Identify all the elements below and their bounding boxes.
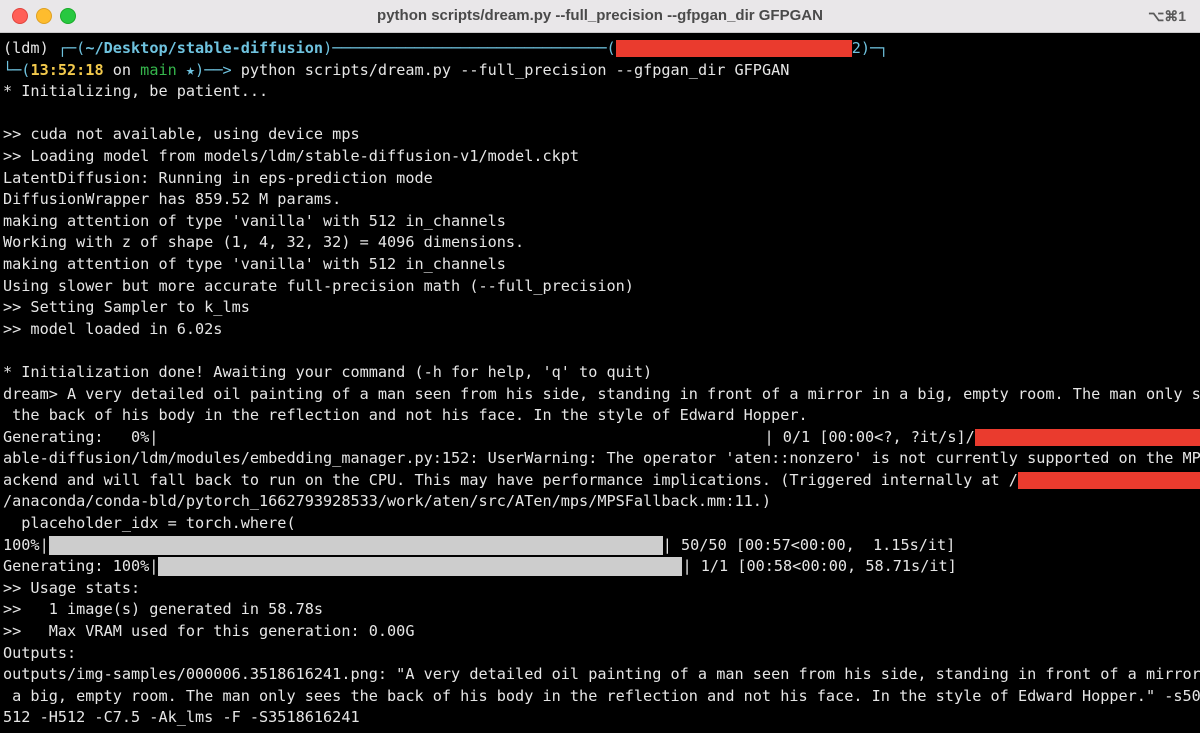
output-file-line: a big, empty room. The man only sees the… bbox=[3, 686, 1200, 705]
output-line: >> model loaded in 6.02s bbox=[3, 319, 223, 338]
generation-progress-bar bbox=[158, 557, 683, 577]
prompt-line-2: └─(13:52:18 on main ★)──> python scripts… bbox=[3, 60, 1200, 82]
warning-line: /anaconda/conda-bld/pytorch_166279392853… bbox=[3, 492, 772, 511]
output-file-line: outputs/img-samples/000006.3518616241.pn… bbox=[3, 665, 1200, 684]
generating-progress-start: Generating: 0%|| 0/1 [00:00<?, ?it/s]/t bbox=[3, 427, 1200, 449]
redacted-block bbox=[1017, 471, 1200, 489]
prompt-rule: ────────────────────────────── bbox=[332, 39, 607, 57]
git-dirty-star-icon: ★ bbox=[176, 60, 196, 79]
prompt-time: 13:52:18 bbox=[30, 60, 104, 79]
progress-label: Generating: 100%| bbox=[3, 557, 159, 576]
conda-env: (ldm) bbox=[3, 39, 49, 57]
window-shortcut-label: ⌥⌘1 bbox=[1148, 8, 1186, 24]
dream-prompt-line: dream> A very detailed oil painting of a… bbox=[3, 384, 1200, 403]
output-line: Working with z of shape (1, 4, 32, 32) =… bbox=[3, 233, 525, 252]
output-line: >> Loading model from models/ldm/stable-… bbox=[3, 146, 580, 165]
output-line: >> Max VRAM used for this generation: 0.… bbox=[3, 622, 415, 641]
progress-label: 100%| bbox=[3, 535, 49, 554]
redacted-block bbox=[974, 428, 1200, 446]
progress-stats: | 1/1 [00:58<00:00, 58.71s/it] bbox=[682, 557, 957, 576]
output-line: Outputs: bbox=[3, 643, 77, 662]
progress-stats: | 0/1 [00:00<?, ?it/s]/ bbox=[764, 427, 975, 446]
title-bar: python scripts/dream.py --full_precision… bbox=[0, 0, 1200, 33]
output-line: making attention of type 'vanilla' with … bbox=[3, 211, 506, 230]
output-line: * Initialization done! Awaiting your com… bbox=[3, 362, 653, 381]
prompt-tail-open: ( bbox=[606, 39, 616, 57]
prompt-on: on bbox=[103, 60, 141, 79]
prompt-arrow: )──> bbox=[195, 60, 241, 79]
output-file-line: 512 -H512 -C7.5 -Ak_lms -F -S3518616241 bbox=[3, 708, 360, 727]
output-line: >> 1 image(s) generated in 58.78s bbox=[3, 600, 324, 619]
output-line: DiffusionWrapper has 859.52 M params. bbox=[3, 190, 342, 209]
output-line: >> cuda not available, using device mps bbox=[3, 125, 360, 144]
prompt-dir-close: ) bbox=[323, 39, 333, 57]
output-line: * Initializing, be patient... bbox=[3, 82, 269, 101]
window-title: python scripts/dream.py --full_precision… bbox=[377, 7, 823, 24]
prompt-tail-close: 2)─┐ bbox=[851, 39, 889, 57]
sampling-progress-bar bbox=[48, 535, 663, 555]
code-line: placeholder_idx = torch.where( bbox=[3, 514, 296, 533]
progress-stats: | 50/50 [00:57<00:00, 1.15s/it] bbox=[662, 535, 956, 554]
progress-label: Generating: 0%| bbox=[3, 427, 159, 446]
prompt-corner-top: ┌─( bbox=[57, 39, 86, 57]
prompt-line-1: (ldm) ┌─(~/Desktop/stable-diffusion)────… bbox=[3, 38, 1200, 60]
output-line: Using slower but more accurate full-prec… bbox=[3, 276, 634, 295]
redacted-block bbox=[615, 40, 852, 57]
command-text: python scripts/dream.py --full_precision… bbox=[240, 60, 790, 79]
output-line: >> Setting Sampler to k_lms bbox=[3, 298, 250, 317]
output-line: making attention of type 'vanilla' with … bbox=[3, 254, 506, 273]
warning-line: able-diffusion/ldm/modules/embedding_man… bbox=[3, 449, 1200, 468]
output-line: LatentDiffusion: Running in eps-predicti… bbox=[3, 168, 433, 187]
terminal-output[interactable]: (ldm) ┌─(~/Desktop/stable-diffusion)────… bbox=[3, 38, 1200, 733]
prompt-corner-bottom: └─( bbox=[3, 60, 31, 79]
sampling-progress-line: 100%| | 50/50 [00:57<00:00, 1.15s/it] bbox=[3, 535, 1200, 557]
git-branch: main bbox=[140, 60, 177, 79]
output-line: >> Usage stats: bbox=[3, 578, 141, 597]
warning-text: ackend and will fall back to run on the … bbox=[3, 470, 1018, 489]
current-directory: ~/Desktop/stable-diffusion bbox=[85, 39, 324, 57]
warning-line: ackend and will fall back to run on the … bbox=[3, 470, 1200, 492]
generation-progress-line: Generating: 100%| | 1/1 [00:58<00:00, 58.… bbox=[3, 556, 1200, 578]
dream-prompt-continuation: the back of his body in the reflection a… bbox=[3, 406, 808, 425]
terminal-window: python scripts/dream.py --full_precision… bbox=[0, 0, 1200, 733]
